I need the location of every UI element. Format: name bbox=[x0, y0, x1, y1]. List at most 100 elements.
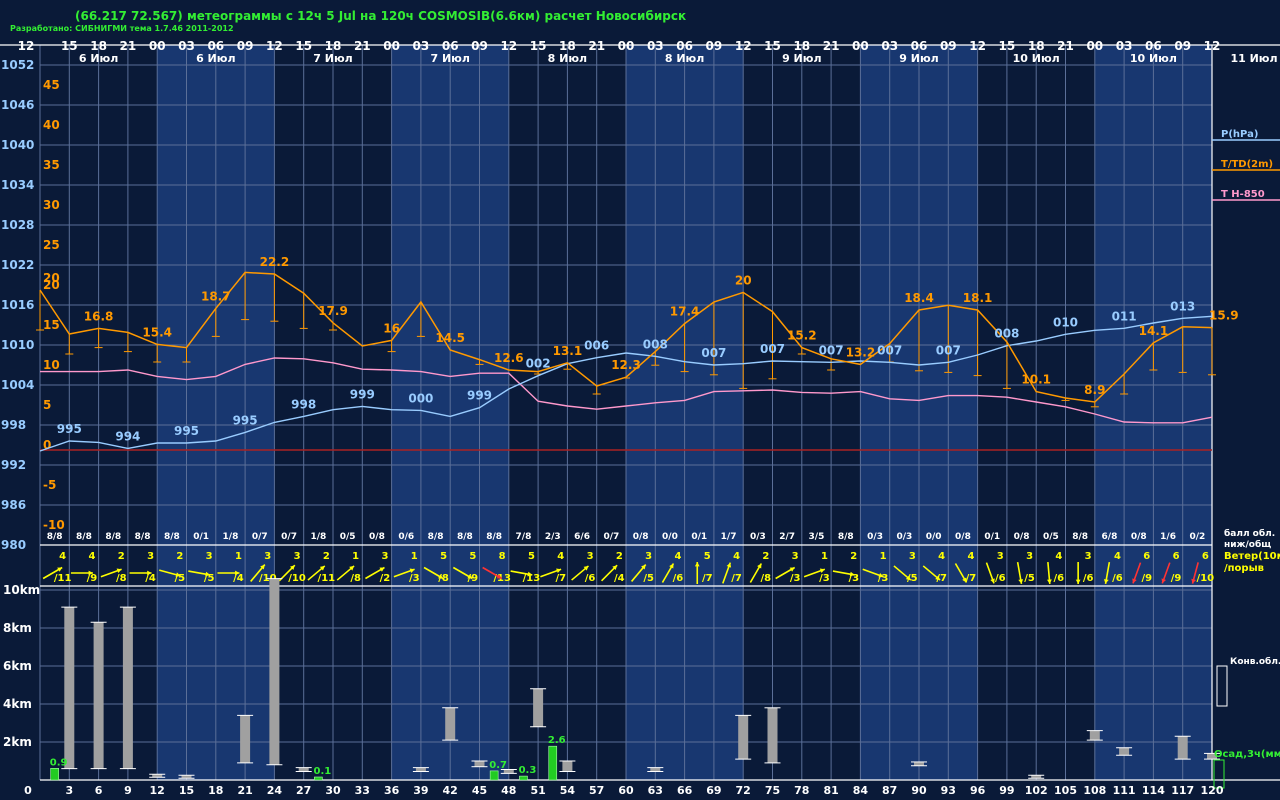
cloud-code: 8/8 bbox=[164, 532, 180, 542]
convective-cloud-bar bbox=[1089, 730, 1100, 741]
day-label: 9 Июл bbox=[899, 52, 938, 65]
convective-cloud-bar bbox=[1177, 736, 1188, 760]
wind-label-2: /порыв bbox=[1224, 563, 1264, 574]
wind-gust: /6 bbox=[1083, 573, 1094, 584]
wind-gust: /5 bbox=[1024, 573, 1035, 584]
cloud-code: 8/8 bbox=[105, 532, 121, 542]
pressure-tick: 1016 bbox=[1, 298, 34, 312]
day-label: 8 Июл bbox=[548, 52, 587, 65]
pressure-tick: 998 bbox=[1, 418, 26, 432]
cloud-code: 2/3 bbox=[545, 532, 561, 542]
hour-label: 12 bbox=[500, 39, 517, 53]
wind-speed: 6 bbox=[1202, 551, 1209, 562]
convective-cloud-bar bbox=[445, 707, 456, 741]
precip-bar bbox=[548, 745, 558, 781]
day-label: 7 Июл bbox=[313, 52, 352, 65]
temperature-value-label: 14.1 bbox=[1139, 324, 1169, 338]
hour-label: 18 bbox=[1028, 39, 1045, 53]
convective-cloud-bar bbox=[1119, 747, 1130, 756]
pressure-tick: 1040 bbox=[1, 138, 34, 152]
hour-label: 03 bbox=[1116, 39, 1133, 53]
pressure-value-label: 999 bbox=[467, 389, 492, 403]
precip-value: 0.9 bbox=[50, 757, 68, 768]
wind-speed: 2 bbox=[850, 551, 857, 562]
forecast-hour: 45 bbox=[472, 784, 487, 797]
wind-speed: 3 bbox=[645, 551, 652, 562]
hour-label: 03 bbox=[413, 39, 430, 53]
forecast-hour: 69 bbox=[706, 784, 721, 797]
hour-label: 09 bbox=[471, 39, 488, 53]
convective-cloud-bar bbox=[415, 767, 426, 772]
pressure-tick: 980 bbox=[1, 538, 26, 552]
forecast-hour: 105 bbox=[1054, 784, 1077, 797]
wind-speed: 1 bbox=[352, 551, 359, 562]
hour-label: 12 bbox=[735, 39, 752, 53]
pressure-tick: 1046 bbox=[1, 98, 34, 112]
hour-label: 03 bbox=[178, 39, 195, 53]
cloud-height-tick: 6km bbox=[3, 659, 32, 673]
forecast-hour: 108 bbox=[1083, 784, 1106, 797]
forecast-hour: 15 bbox=[179, 784, 194, 797]
hour-label: 15 bbox=[764, 39, 781, 53]
legend-temperature: T/TD(2m) bbox=[1221, 159, 1273, 170]
wind-speed: 3 bbox=[1085, 551, 1092, 562]
cloud-height-tick: 8km bbox=[3, 621, 32, 635]
cloud-code: 8/8 bbox=[135, 532, 151, 542]
forecast-hour: 33 bbox=[355, 784, 370, 797]
day-label: 9 Июл bbox=[782, 52, 821, 65]
wind-speed: 5 bbox=[469, 551, 476, 562]
wind-speed: 4 bbox=[88, 551, 95, 562]
forecast-hour: 54 bbox=[560, 784, 576, 797]
hour-label: 18 bbox=[559, 39, 576, 53]
pressure-value-label: 994 bbox=[115, 429, 140, 443]
convective-cloud-bar bbox=[93, 622, 104, 769]
pressure-value-label: 011 bbox=[1112, 309, 1137, 323]
wind-speed: 2 bbox=[176, 551, 183, 562]
convective-cloud-bar bbox=[650, 767, 661, 772]
cloud-code: 0/8 bbox=[1014, 532, 1030, 542]
forecast-hour: 87 bbox=[882, 784, 897, 797]
cloud-code: 0/2 bbox=[1189, 532, 1205, 542]
hour-label: 03 bbox=[647, 39, 664, 53]
precip-value: 0.1 bbox=[313, 766, 331, 777]
forecast-hour: 63 bbox=[648, 784, 663, 797]
cloud-code: 0/3 bbox=[896, 532, 912, 542]
wind-speed: 3 bbox=[264, 551, 271, 562]
temperature-value-label: 8.9 bbox=[1084, 383, 1105, 397]
temperature-value-label: 18.7 bbox=[201, 289, 231, 303]
hour-label: 00 bbox=[1086, 39, 1103, 53]
precip-bar bbox=[314, 776, 323, 781]
cloud-code: 0/3 bbox=[867, 532, 883, 542]
temperature-value-label: 14.5 bbox=[435, 331, 465, 345]
wind-speed: 4 bbox=[1114, 551, 1121, 562]
hour-label: 15 bbox=[999, 39, 1016, 53]
pressure-value-label: 002 bbox=[526, 357, 551, 371]
hour-label: 06 bbox=[911, 39, 928, 53]
wind-gust: /8 bbox=[116, 573, 127, 584]
wind-speed: 1 bbox=[880, 551, 887, 562]
hour-label: 18 bbox=[325, 39, 342, 53]
legend-t850: T H-850 bbox=[1221, 189, 1265, 200]
temperature-tick: 25 bbox=[43, 238, 60, 252]
wind-gust: /4 bbox=[145, 573, 156, 584]
cloud-code: 1/7 bbox=[721, 532, 737, 542]
temperature-tick: 30 bbox=[43, 198, 60, 212]
wind-speed: 4 bbox=[59, 551, 66, 562]
wind-speed: 2 bbox=[118, 551, 125, 562]
convective-cloud-bar bbox=[240, 715, 251, 763]
convective-cloud-bar bbox=[533, 688, 544, 727]
hour-label: 09 bbox=[237, 39, 254, 53]
forecast-hour: 30 bbox=[325, 784, 341, 797]
day-label: 7 Июл bbox=[430, 52, 469, 65]
forecast-hour: 3 bbox=[65, 784, 73, 797]
cloud-legend-label: Конв.обл. bbox=[1230, 656, 1280, 667]
temperature-tick: 35 bbox=[43, 158, 60, 172]
wind-speed: 8 bbox=[499, 551, 506, 562]
wind-gust: /6 bbox=[1112, 573, 1123, 584]
wind-speed: 2 bbox=[323, 551, 330, 562]
temperature-value-label: 20 bbox=[735, 273, 752, 287]
pressure-tick: 1034 bbox=[1, 178, 34, 192]
temperature-value-label: 10.1 bbox=[1021, 373, 1051, 387]
pressure-value-label: 998 bbox=[291, 397, 316, 411]
cloud-code: 8/8 bbox=[1072, 532, 1088, 542]
